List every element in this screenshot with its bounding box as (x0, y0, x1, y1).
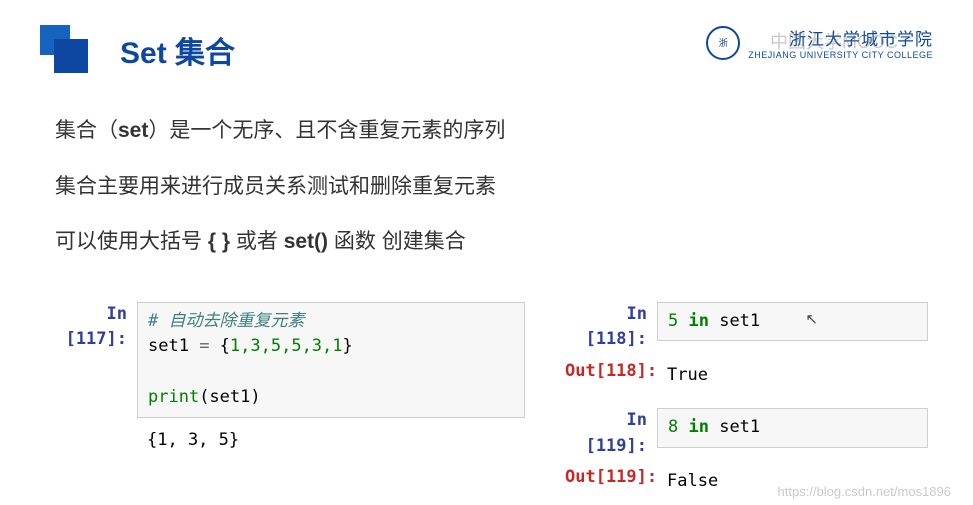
slide-title: Set 集合 (120, 28, 235, 72)
cell-118-code: 5 in set1 (657, 302, 928, 342)
mooc-watermark: 中国大学MOOC (770, 28, 898, 54)
prompt-in-119: In [119]: (565, 408, 657, 459)
prompt-in-118: In [118]: (565, 302, 657, 353)
cell-118-out: Out[118]: True (565, 359, 928, 393)
prompt-out-118: Out[118]: (565, 359, 657, 385)
squares-icon (40, 25, 90, 75)
cell-119-in: In [119]: 8 in set1 (565, 408, 928, 459)
code-left-column: In [117]: # 自动去除重复元素 set1 = {1,3,5,5,3,1… (45, 302, 525, 505)
cell-117-in: In [117]: # 自动去除重复元素 set1 = {1,3,5,5,3,1… (45, 302, 525, 418)
prompt-out-119: Out[119]: (565, 465, 657, 491)
cell-117-output: {1, 3, 5} (137, 424, 525, 458)
cell-118-in: In [118]: 5 in set1 (565, 302, 928, 353)
cell-117-out: {1, 3, 5} (45, 424, 525, 458)
para-3: 可以使用大括号 { } 或者 set() 函数 创建集合 (55, 226, 918, 258)
title-block: Set 集合 (40, 25, 235, 75)
code-row: In [117]: # 自动去除重复元素 set1 = {1,3,5,5,3,1… (0, 282, 973, 505)
seal-icon: 浙 (706, 26, 740, 60)
cell-119-code: 8 in set1 (657, 408, 928, 448)
cursor-icon: ↖ (805, 310, 818, 328)
url-watermark: https://blog.csdn.net/mos1896 (778, 484, 951, 499)
para-1: 集合（set）是一个无序、且不含重复元素的序列 (55, 115, 918, 147)
code-right-column: In [118]: 5 in set1 Out[118]: True In [1… (565, 302, 928, 505)
prompt-in-117: In [117]: (45, 302, 137, 353)
cell-117-code: # 自动去除重复元素 set1 = {1,3,5,5,3,1} print(se… (137, 302, 525, 418)
body-text: 集合（set）是一个无序、且不含重复元素的序列 集合主要用来进行成员关系测试和删… (0, 75, 973, 258)
cell-118-output: True (657, 359, 928, 393)
para-2: 集合主要用来进行成员关系测试和删除重复元素 (55, 171, 918, 203)
